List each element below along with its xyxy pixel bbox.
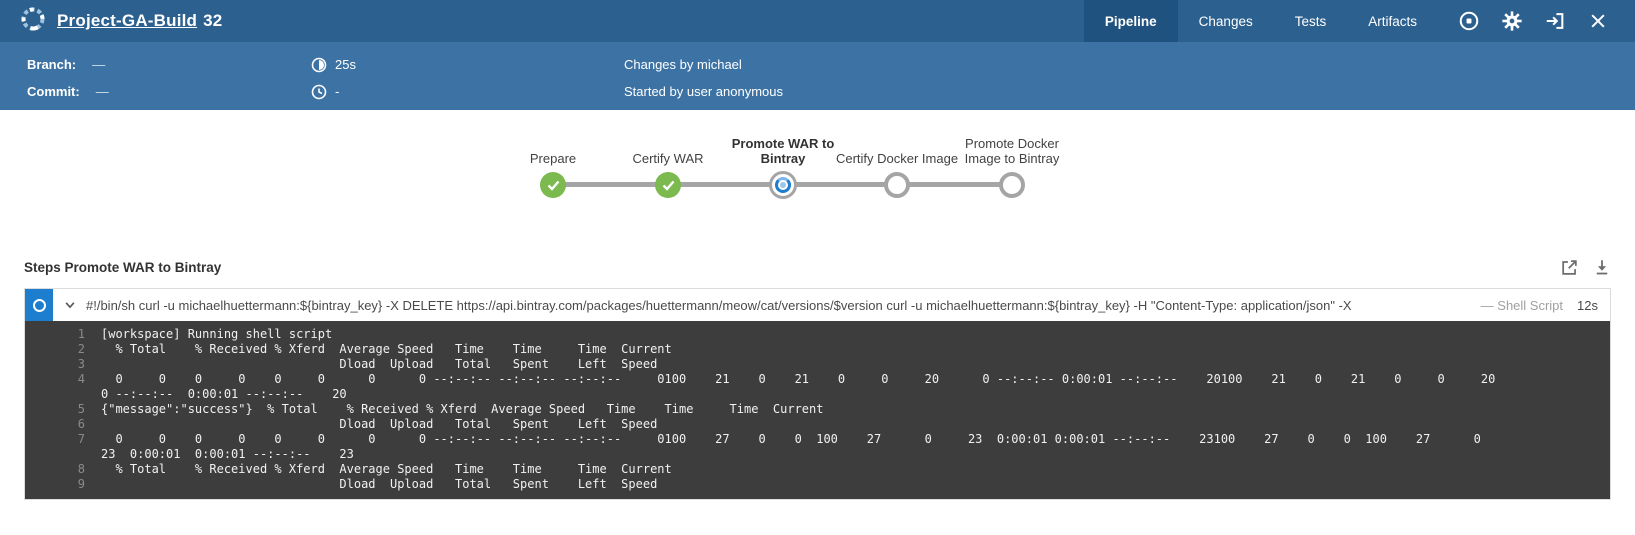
line-number[interactable]: 7	[25, 432, 85, 447]
stage-label-promote-docker-image-to-bintray: Promote Docker Image to Bintray	[950, 136, 1074, 166]
tab-pipeline[interactable]: Pipeline	[1084, 0, 1178, 42]
stage-label-certify-war: Certify WAR	[606, 151, 730, 166]
console-line: 7 0 0 0 0 0 0 0 0 --:--:-- --:--:-- --:-…	[25, 432, 1610, 447]
line-number[interactable]: 2	[25, 342, 85, 357]
console-line: 9 Dload Upload Total Spent Left Speed	[25, 477, 1610, 492]
line-number[interactable]: 3	[25, 357, 85, 372]
line-text: 23 0:00:01 0:00:01 --:--:-- 23	[85, 447, 354, 462]
stage-node-certify-docker-image[interactable]	[884, 172, 910, 198]
build-number: 32	[203, 11, 222, 30]
line-text: 0 0 0 0 0 0 0 0 --:--:-- --:--:-- --:--:…	[85, 372, 1495, 387]
stop-build-icon[interactable]	[1452, 4, 1486, 38]
line-text: 0 0 0 0 0 0 0 0 --:--:-- --:--:-- --:--:…	[85, 432, 1481, 447]
step-type-label: — Shell Script	[1481, 298, 1563, 313]
console-line: 3 Dload Upload Total Spent Left Speed	[25, 357, 1610, 372]
open-log-new-window-icon[interactable]	[1560, 258, 1579, 277]
header-actions	[1438, 0, 1635, 42]
running-spinner-icon	[769, 171, 797, 199]
stage-label-promote-war-to-bintray: Promote WAR to Bintray	[721, 136, 845, 166]
exit-to-classic-icon[interactable]	[1538, 4, 1572, 38]
console-line-continuation: 0 --:--:-- 0:00:01 --:--:-- 20	[25, 387, 1610, 402]
pending-circle-icon	[999, 172, 1025, 198]
line-number	[25, 387, 85, 402]
run-meta-bar: Branch: — Commit: — 25s -	[0, 42, 1635, 110]
stage-label-certify-docker-image: Certify Docker Image	[835, 151, 959, 166]
chevron-down-icon[interactable]	[64, 299, 76, 311]
stage-node-prepare[interactable]	[540, 172, 566, 198]
line-number[interactable]: 4	[25, 372, 85, 387]
commit-label: Commit:	[27, 84, 80, 99]
step-status-strip	[25, 289, 53, 321]
download-log-icon[interactable]	[1593, 258, 1611, 276]
header-tabs: PipelineChangesTestsArtifacts	[1084, 0, 1438, 42]
pending-circle-icon	[884, 172, 910, 198]
stage-node-promote-docker-image-to-bintray[interactable]	[999, 172, 1025, 198]
started-by-text: Started by user anonymous	[624, 84, 783, 99]
console-line: 8 % Total % Received % Xferd Average Spe…	[25, 462, 1610, 477]
tab-changes[interactable]: Changes	[1178, 0, 1274, 42]
tab-tests[interactable]: Tests	[1274, 0, 1348, 42]
page-title: Project-GA-Build 32	[57, 11, 222, 31]
stage-label-prepare: Prepare	[491, 151, 615, 166]
step-card: #!/bin/sh curl -u michaelhuettermann:${b…	[24, 288, 1611, 500]
line-number[interactable]: 9	[25, 477, 85, 492]
close-icon[interactable]	[1581, 4, 1615, 38]
duration-value: 25s	[335, 57, 356, 72]
step-duration: 12s	[1577, 298, 1598, 313]
step-running-icon	[33, 299, 46, 312]
success-check-icon	[540, 172, 566, 198]
line-text: {"message":"success"} % Total % Received…	[85, 402, 823, 417]
line-text: % Total % Received % Xferd Average Speed…	[85, 342, 672, 357]
line-number[interactable]: 6	[25, 417, 85, 432]
branch-label: Branch:	[27, 57, 76, 72]
line-text: Dload Upload Total Spent Left Speed	[85, 477, 657, 492]
success-check-icon	[655, 172, 681, 198]
line-number[interactable]: 8	[25, 462, 85, 477]
console-line: 6 Dload Upload Total Spent Left Speed	[25, 417, 1610, 432]
step-title: #!/bin/sh curl -u michaelhuettermann:${b…	[86, 298, 1481, 313]
steps-header-row: Steps Promote WAR to Bintray	[24, 254, 1611, 280]
line-text: [workspace] Running shell script	[85, 327, 332, 342]
line-number[interactable]: 5	[25, 402, 85, 417]
line-number	[25, 447, 85, 462]
duration-icon	[311, 57, 327, 73]
start-time-value: -	[335, 84, 339, 99]
step-header[interactable]: #!/bin/sh curl -u michaelhuettermann:${b…	[25, 289, 1610, 321]
pipeline-graph: PrepareCertify WARPromote WAR to Bintray…	[0, 110, 1635, 250]
changes-text: Changes by michael	[624, 57, 742, 72]
stage-node-certify-war[interactable]	[655, 172, 681, 198]
steps-heading: Steps Promote WAR to Bintray	[24, 260, 221, 275]
build-brand: Project-GA-Build 32	[0, 0, 1084, 42]
settings-gear-icon[interactable]	[1495, 4, 1529, 38]
app-header: Project-GA-Build 32 PipelineChangesTestsA…	[0, 0, 1635, 42]
tab-artifacts[interactable]: Artifacts	[1347, 0, 1438, 42]
commit-value: —	[96, 84, 109, 99]
line-number[interactable]: 1	[25, 327, 85, 342]
line-text: 0 --:--:-- 0:00:01 --:--:-- 20	[85, 387, 347, 402]
console-line: 5{"message":"success"} % Total % Receive…	[25, 402, 1610, 417]
line-text: Dload Upload Total Spent Left Speed	[85, 357, 657, 372]
console-line: 1[workspace] Running shell script	[25, 327, 1610, 342]
console-line-continuation: 23 0:00:01 0:00:01 --:--:-- 23	[25, 447, 1610, 462]
line-text: % Total % Received % Xferd Average Speed…	[85, 462, 672, 477]
console-line: 2 % Total % Received % Xferd Average Spe…	[25, 342, 1610, 357]
clock-icon	[311, 84, 327, 100]
build-title-link[interactable]: Project-GA-Build	[57, 11, 197, 30]
build-running-spinner-icon	[20, 6, 46, 37]
console-body: 1[workspace] Running shell script2 % Tot…	[25, 321, 1610, 499]
line-text: Dload Upload Total Spent Left Speed	[85, 417, 657, 432]
branch-value: —	[92, 57, 105, 72]
stage-node-promote-war-to-bintray[interactable]	[770, 172, 797, 199]
console-line: 4 0 0 0 0 0 0 0 0 --:--:-- --:--:-- --:-…	[25, 372, 1610, 387]
